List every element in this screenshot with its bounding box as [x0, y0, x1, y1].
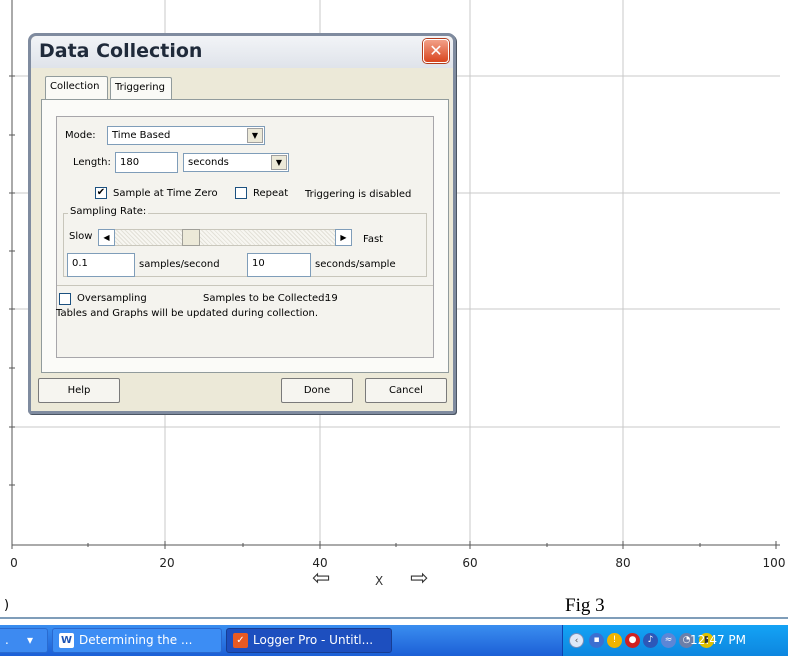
data-collection-dialog: Data Collection ✕ Mode: Time Based ▼ Len…: [28, 33, 456, 414]
help-button[interactable]: Help: [38, 378, 120, 403]
repeat-label[interactable]: Repeat: [253, 188, 288, 199]
check-icon: ✔: [96, 187, 106, 198]
taskbar-item-label: Logger Pro - Untitl...: [253, 633, 374, 647]
status-divider: [0, 617, 788, 619]
length-unit-value: seconds: [188, 157, 229, 168]
collection-settings-group: Mode: Time Based ▼ Length: 180 seconds ▼…: [56, 116, 434, 358]
dialog-titlebar[interactable]: Data Collection ✕: [31, 36, 453, 68]
taskbar-item-logger-pro[interactable]: ✓ Logger Pro - Untitl...: [226, 628, 392, 653]
length-unit-select[interactable]: seconds ▼: [183, 153, 289, 172]
close-icon: ✕: [429, 41, 443, 60]
slider-thumb[interactable]: [182, 229, 200, 246]
x-tick-label: 60: [462, 556, 478, 570]
oversampling-checkbox[interactable]: [59, 293, 71, 305]
x-tick-label: 20: [159, 556, 175, 570]
samples-per-second-input[interactable]: 0.1: [67, 253, 135, 277]
x-tick-label: 100: [762, 556, 786, 570]
right-arrow-icon: ▶: [340, 233, 347, 242]
x-tick-label: 80: [615, 556, 631, 570]
system-tray: ‹ ▪ ! ● ♪ ≈ ◔ ▮: [562, 625, 788, 656]
taskbar: . ▾ W Determining the ... ✓ Logger Pro -…: [0, 625, 788, 656]
chevron-down-icon[interactable]: ▼: [247, 128, 263, 143]
length-input[interactable]: 180: [115, 152, 178, 173]
mode-label: Mode:: [65, 130, 96, 141]
samples-per-second-label: samples/second: [139, 259, 220, 270]
x-tick-label: 0: [10, 556, 18, 570]
fast-label: Fast: [363, 234, 384, 245]
taskbar-overflow-button[interactable]: . ▾: [0, 628, 48, 653]
slider-increase-button[interactable]: ▶: [335, 229, 352, 246]
samples-to-collect-value: 19: [325, 293, 338, 304]
word-document-icon: W: [59, 633, 74, 648]
left-arrow-icon: ◀: [103, 233, 110, 242]
logger-pro-icon: ✓: [233, 633, 248, 648]
taskbar-item-label: Determining the ...: [79, 633, 193, 647]
samples-per-second-value: 0.1: [72, 258, 88, 269]
samples-to-collect-label: Samples to be Collected:: [203, 293, 328, 304]
taskbar-item-word-document[interactable]: W Determining the ...: [52, 628, 222, 653]
length-input-value: 180: [120, 157, 140, 168]
mode-select[interactable]: Time Based ▼: [107, 126, 265, 145]
seconds-per-sample-value: 10: [252, 258, 265, 269]
tray-expand-icon[interactable]: ‹: [569, 633, 584, 648]
network-icon[interactable]: ▪: [589, 633, 604, 648]
scroll-left-arrow-icon[interactable]: ⇦: [312, 566, 330, 591]
update-note: Tables and Graphs will be updated during…: [56, 308, 319, 319]
sampling-rate-label: Sampling Rate:: [68, 206, 149, 217]
slow-label: Slow: [69, 231, 93, 242]
partial-text: ): [4, 598, 10, 613]
dialog-title: Data Collection: [39, 40, 203, 62]
cancel-button[interactable]: Cancel: [365, 378, 447, 403]
chevron-down-icon: ▾: [27, 633, 34, 647]
repeat-checkbox[interactable]: [235, 187, 247, 199]
slider-decrease-button[interactable]: ◀: [98, 229, 115, 246]
seconds-per-sample-label: seconds/sample: [315, 259, 396, 270]
length-label: Length:: [73, 157, 111, 168]
tab-panel-collection: Mode: Time Based ▼ Length: 180 seconds ▼…: [41, 99, 449, 373]
shield-icon[interactable]: ●: [625, 633, 640, 648]
seconds-per-sample-input[interactable]: 10: [247, 253, 311, 277]
wireless-icon[interactable]: ≈: [661, 633, 676, 648]
security-icon[interactable]: !: [607, 633, 622, 648]
oversampling-label[interactable]: Oversampling: [77, 293, 147, 304]
figure-caption: Fig 3: [565, 595, 605, 616]
done-button[interactable]: Done: [281, 378, 353, 403]
close-button[interactable]: ✕: [423, 39, 449, 63]
volume-icon[interactable]: ♪: [643, 633, 658, 648]
sampling-rate-slider[interactable]: [113, 229, 351, 246]
sample-at-time-zero-checkbox[interactable]: ✔: [95, 187, 107, 199]
x-axis-label[interactable]: X: [375, 574, 383, 588]
tab-triggering[interactable]: Triggering: [110, 77, 172, 99]
mode-select-value: Time Based: [112, 130, 171, 141]
triggering-status: Triggering is disabled: [305, 189, 412, 200]
tab-collection[interactable]: Collection: [45, 76, 108, 99]
chevron-down-icon[interactable]: ▼: [271, 155, 287, 170]
taskbar-overflow-label: .: [5, 633, 9, 647]
section-divider: [57, 285, 433, 286]
sample-at-time-zero-label[interactable]: Sample at Time Zero: [113, 188, 218, 199]
scroll-right-arrow-icon[interactable]: ⇨: [410, 566, 428, 591]
taskbar-clock[interactable]: 12:47 PM: [690, 633, 746, 647]
